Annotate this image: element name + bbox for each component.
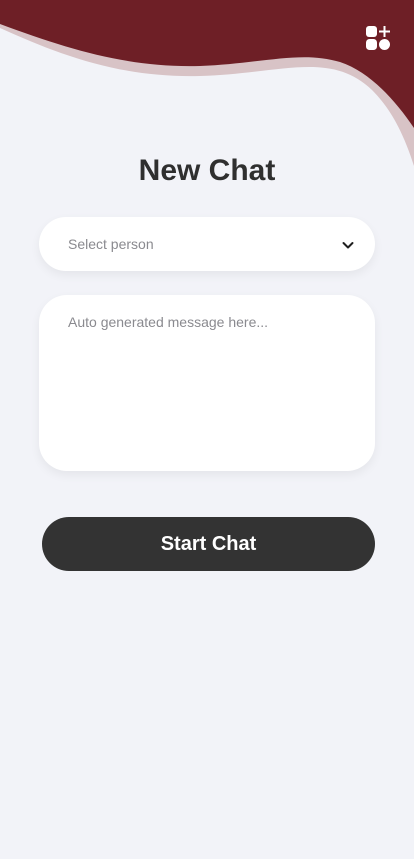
start-chat-button[interactable]: Start Chat [42,517,375,571]
person-select-value: Select person [68,236,154,252]
header-wave-dark [0,0,414,128]
apps-plus-icon [366,26,390,50]
header-wave-background [0,0,414,166]
page-title: New Chat [138,154,276,187]
chevron-down-icon [342,242,354,249]
message-input[interactable] [39,295,375,471]
person-select[interactable]: Select person [39,217,375,271]
apps-plus-button[interactable] [364,24,392,52]
